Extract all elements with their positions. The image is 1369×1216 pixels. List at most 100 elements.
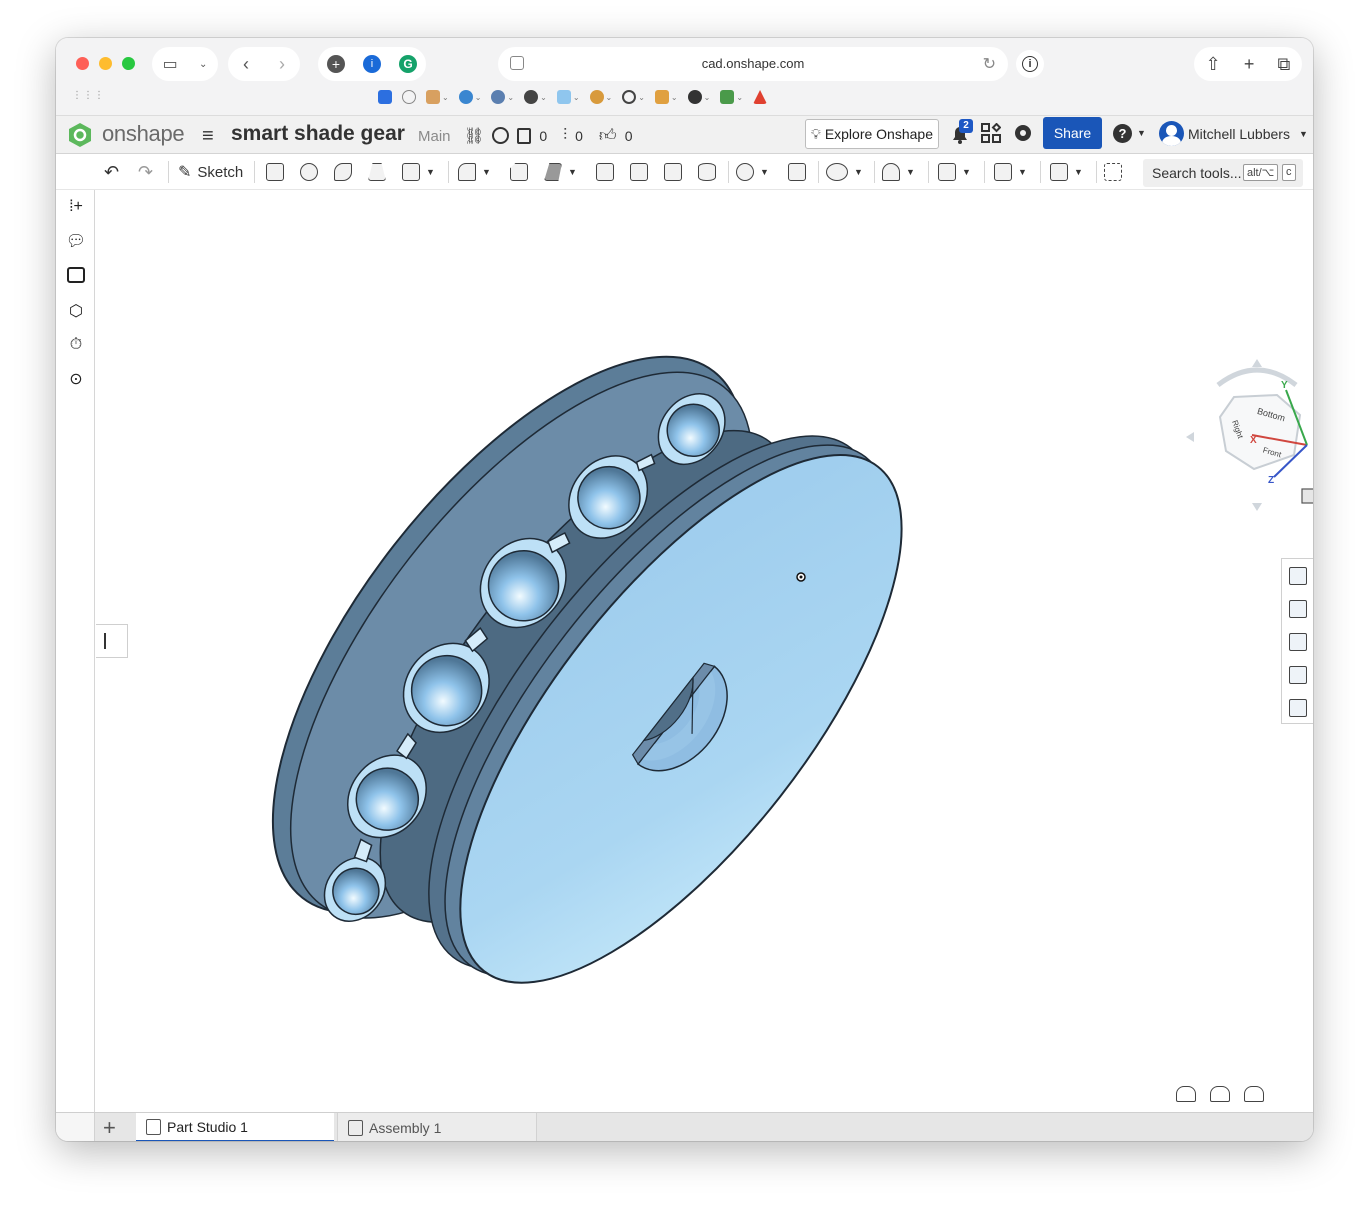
sweep-button[interactable] (334, 161, 352, 183)
chevron-down-icon: ⌄ (638, 92, 645, 102)
loft-button[interactable] (368, 161, 386, 183)
onshape-wordmark[interactable]: onshape (102, 121, 185, 147)
shell-button[interactable] (630, 161, 648, 183)
branch-name[interactable]: Main (418, 128, 451, 145)
bookmark-folder-world[interactable]: ⌄ (458, 90, 481, 104)
help-icon[interactable]: ? (1113, 124, 1132, 143)
pencil-icon: ✎ (178, 164, 192, 181)
copies-icon[interactable] (517, 127, 532, 144)
add-custom-feature-icon (1104, 163, 1122, 181)
chamfer-button[interactable] (510, 161, 528, 183)
measure-icon[interactable] (1176, 1086, 1196, 1102)
sheet-metal-button[interactable]: ▼ (994, 161, 1027, 183)
mass-properties-icon[interactable] (1244, 1086, 1264, 1102)
pattern-button[interactable]: ▼ (736, 161, 769, 183)
add-tab-button[interactable]: + (103, 1115, 116, 1141)
onshape-logo-icon[interactable] (68, 122, 92, 148)
search-parts-icon[interactable]: ⊙ (65, 368, 87, 390)
document-info-icons: ⛓ 0 ⫶ 0 👍︎ 0 (464, 125, 640, 146)
new-tab-icon[interactable]: + (1244, 54, 1255, 75)
add-custom-feature-button[interactable] (1104, 161, 1122, 183)
apps-grid-icon[interactable]: ⋮⋮⋮ (72, 90, 105, 101)
mirror-button[interactable] (788, 161, 806, 183)
sidebar-toggle-button[interactable]: ▭ ⌄ (152, 47, 218, 81)
page-info-button[interactable]: i (1016, 50, 1044, 78)
minimize-window-button[interactable] (99, 57, 112, 70)
bookmark-folder-home[interactable]: ⌄ (426, 90, 449, 104)
rib-button[interactable] (596, 161, 614, 183)
undo-button[interactable]: ↶ (104, 161, 119, 183)
appearance-icon[interactable] (1289, 567, 1307, 585)
transform-button[interactable]: ▼ (882, 161, 915, 183)
graphics-viewport[interactable]: Bottom Front Right X Y Z (96, 191, 1313, 1112)
search-tools-input[interactable]: Search tools... alt/⌥ c (1143, 159, 1303, 187)
view-cube[interactable]: Bottom Front Right X Y Z (1182, 355, 1313, 515)
bearing-model[interactable] (96, 191, 1313, 1112)
public-globe-icon[interactable] (492, 127, 510, 144)
frame-button[interactable]: ▼ (1050, 161, 1083, 183)
versions-icon[interactable]: ⫶ (563, 127, 567, 145)
reload-icon[interactable]: ↻ (983, 54, 996, 74)
revolve-button[interactable] (300, 161, 318, 183)
comments-icon[interactable]: 💬︎ (65, 230, 87, 252)
tab-overview-icon[interactable]: ⧉ (1278, 54, 1291, 75)
bookmark-folder-person[interactable]: ⌄ (491, 90, 514, 104)
history-icon[interactable]: ⏱ (65, 334, 87, 356)
bookmark-globe[interactable] (402, 90, 416, 104)
close-window-button[interactable] (76, 57, 89, 70)
chevron-down-icon: ▼ (1018, 167, 1027, 177)
bookmark-app[interactable] (378, 90, 392, 104)
redo-button[interactable]: ↷ (138, 161, 153, 183)
variables-icon[interactable] (1289, 699, 1307, 717)
notes-icon[interactable] (65, 264, 87, 286)
chevron-down-icon[interactable]: ▼ (1137, 128, 1146, 138)
loft-icon (368, 163, 386, 181)
tab-assembly-1[interactable]: Assembly 1 (337, 1113, 537, 1141)
bookmark-folder-cube[interactable]: ⌄ (556, 90, 580, 104)
forward-button[interactable]: › (279, 54, 285, 75)
draft-button[interactable]: ▼ (544, 161, 577, 183)
bookmark-pdf[interactable] (753, 90, 768, 104)
bookmark-folder-worker[interactable]: ⌄ (524, 90, 547, 104)
share-button[interactable]: Share (1043, 117, 1102, 149)
configurations-icon[interactable] (1289, 666, 1307, 684)
extrude-button[interactable] (266, 161, 284, 183)
grammarly-icon[interactable]: G (399, 55, 417, 73)
feature-list-toggle[interactable] (96, 624, 128, 658)
bookmark-folder-spy[interactable]: ⌄ (687, 90, 710, 104)
hole-button[interactable] (664, 161, 682, 183)
thicken-button[interactable]: ▼ (402, 161, 435, 183)
worker-icon (524, 90, 539, 104)
chevron-down-icon[interactable]: ▼ (1299, 129, 1308, 139)
user-avatar[interactable] (1159, 121, 1184, 146)
sketch-button[interactable]: ✎ Sketch (178, 161, 243, 183)
app-store-icon[interactable] (981, 123, 1001, 143)
explore-onshape-button[interactable]: 💡︎ Explore Onshape (805, 119, 939, 149)
part-properties-icon[interactable] (1289, 600, 1307, 618)
parts-icon[interactable]: ⬡ (65, 300, 87, 322)
back-button[interactable]: ‹ (243, 54, 249, 75)
address-bar[interactable]: cad.onshape.com ↻ (498, 47, 1008, 81)
tab-part-studio-1[interactable]: Part Studio 1 (136, 1113, 334, 1141)
link-icon[interactable]: ⛓ (464, 126, 484, 146)
cylinder-button[interactable] (698, 161, 716, 183)
zoom-window-button[interactable] (122, 57, 135, 70)
like-icon[interactable]: 👍︎ (599, 125, 617, 146)
bookmark-folder-pen[interactable]: ⌄ (654, 90, 678, 104)
bookmark-folder-books[interactable]: ⌄ (720, 90, 743, 104)
document-menu-icon[interactable]: ≡ (202, 125, 214, 148)
document-title[interactable]: smart shade gear (231, 122, 405, 146)
add-extension-icon[interactable]: + (327, 55, 345, 73)
boolean-button[interactable]: ▼ (826, 161, 863, 183)
user-name[interactable]: Mitchell Lubbers (1188, 126, 1290, 142)
fillet-button[interactable]: ▼ (458, 161, 491, 183)
section-view-icon[interactable] (1210, 1086, 1230, 1102)
learning-center-icon[interactable] (1013, 123, 1033, 143)
plane-button[interactable]: ▼ (938, 161, 971, 183)
share-icon[interactable]: ⇧ (1206, 54, 1221, 75)
bom-icon[interactable] (1289, 633, 1307, 651)
bookmark-folder-eye[interactable]: ⌄ (622, 90, 645, 104)
insert-icon[interactable]: ⁞+ (65, 196, 87, 218)
password-manager-icon[interactable]: i (363, 55, 381, 73)
bookmark-folder-palette[interactable]: ⌄ (589, 90, 612, 104)
